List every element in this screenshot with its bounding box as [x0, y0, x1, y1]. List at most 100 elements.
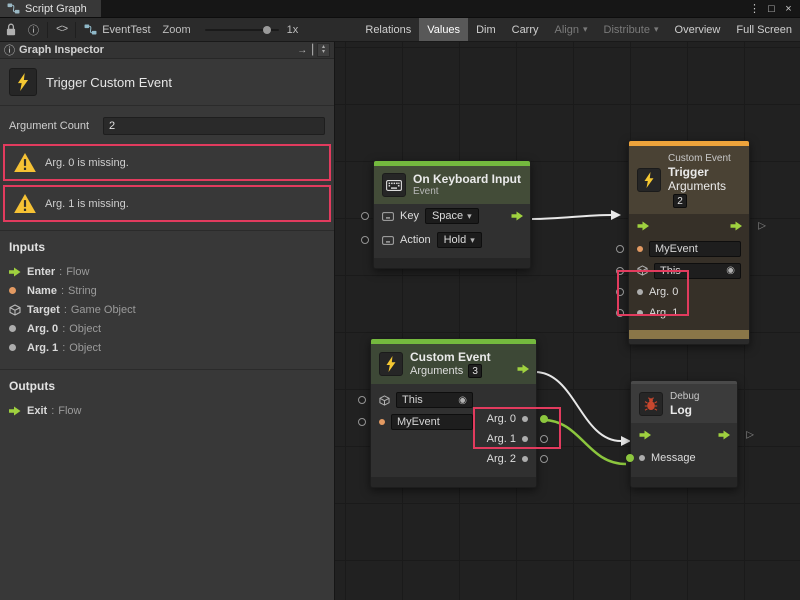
flow-continue-icon: [746, 430, 754, 441]
arg2-output-port[interactable]: [540, 455, 548, 463]
window-close-icon[interactable]: ×: [781, 1, 796, 17]
node-footer: [374, 258, 530, 268]
arg0-input-port[interactable]: [616, 288, 624, 296]
object-dot-icon: [522, 416, 528, 422]
name-input-port[interactable]: [358, 418, 366, 426]
flow-in-port[interactable]: [639, 430, 652, 440]
zoom-value: 1x: [287, 24, 299, 36]
graph-canvas[interactable]: On Keyboard Input Event Key Space: [335, 42, 800, 600]
graph-inspector-header: ⓘ Graph Inspector: [0, 42, 334, 59]
distribute-dropdown-button[interactable]: Distribute: [596, 18, 667, 41]
target-input-port[interactable]: [358, 396, 366, 404]
relations-button[interactable]: Relations: [357, 18, 419, 41]
event-name-field[interactable]: MyEvent: [649, 241, 741, 257]
code-view-button[interactable]: <>: [50, 18, 73, 41]
node-on-keyboard-input[interactable]: On Keyboard Input Event Key Space: [373, 160, 531, 269]
keycap-icon: [382, 236, 394, 245]
name-input-port[interactable]: [616, 245, 624, 253]
node-footer: [371, 477, 536, 487]
selected-unit-title: Trigger Custom Event: [46, 75, 172, 90]
message-input-port[interactable]: [626, 454, 634, 462]
toolbar-separator: [75, 22, 76, 38]
arg1-row: Arg. 1: [629, 303, 749, 324]
flow-out-port[interactable]: [511, 211, 524, 221]
arg1-label: Arg. 1: [649, 307, 678, 319]
warning-icon: [14, 153, 36, 172]
wire-keyboard-to-trigger[interactable]: [532, 215, 611, 219]
zoom-slider[interactable]: [205, 29, 279, 31]
arg0-output-port[interactable]: [540, 415, 548, 423]
input-pin-row: Enter : Flow: [9, 262, 325, 281]
node-debug-log[interactable]: Debug Log Message: [630, 380, 738, 488]
key-input-port[interactable]: [361, 212, 369, 220]
wire-arguments-to-debug[interactable]: [535, 372, 621, 441]
inspect-button[interactable]: ⓘ: [22, 18, 45, 41]
node-footer: [629, 330, 749, 339]
flow-in-port[interactable]: [637, 221, 650, 231]
warnings-list: Arg. 0 is missing. Arg. 1 is missing.: [0, 144, 334, 222]
node-right-ports: Arg. 0 Arg. 1 Arg. 2: [474, 409, 536, 469]
align-dropdown-button[interactable]: Align: [547, 18, 596, 41]
flow-out-port[interactable]: [517, 364, 530, 374]
input-pin-row: Arg. 0 : Object: [9, 319, 325, 338]
graph-asset-button[interactable]: EventTest: [78, 18, 156, 41]
window-maximize-icon[interactable]: □: [764, 1, 779, 17]
target-field[interactable]: This: [396, 392, 473, 408]
inputs-section: Inputs Enter : Flow Name : String Target: [0, 231, 334, 361]
target-input-port[interactable]: [616, 267, 624, 275]
node-footer-edge: [629, 339, 749, 344]
tab-script-graph[interactable]: Script Graph: [0, 0, 101, 17]
node-trigger-custom-event[interactable]: Custom Event Trigger Arguments2 MyEvent: [628, 140, 750, 345]
argument-count-row: Argument Count: [9, 117, 325, 135]
action-dropdown[interactable]: Hold: [437, 232, 482, 248]
zoom-slider-handle[interactable]: [263, 26, 271, 34]
object-dot-icon: [637, 310, 643, 316]
keyboard-icon: [382, 173, 406, 197]
code-brackets-icon: <>: [56, 24, 67, 36]
node-category: Debug: [670, 390, 699, 403]
event-name-field[interactable]: MyEvent: [391, 414, 473, 430]
wire-arg0-to-message[interactable]: [543, 420, 626, 464]
argument-count-badge: 2: [673, 194, 687, 208]
dropdown-caret-icon: [463, 210, 472, 222]
node-subtitle: Event: [413, 186, 521, 198]
graph-asset-icon: [84, 24, 97, 35]
arg1-output-port[interactable]: [540, 435, 548, 443]
dock-panel-icon[interactable]: [297, 45, 313, 56]
event-name-row: MyEvent: [371, 411, 481, 433]
warning-box: Arg. 0 is missing.: [3, 144, 331, 181]
inputs-header: Inputs: [9, 240, 325, 254]
toolbar-toggle-group: Relations Values Dim Carry Align Distrib…: [357, 18, 800, 41]
outputs-section: Outputs Exit : Flow: [0, 370, 334, 424]
flow-out-port[interactable]: [730, 221, 743, 231]
carry-button[interactable]: Carry: [504, 18, 547, 41]
string-dot-icon: [637, 246, 643, 252]
window-menu-icon[interactable]: ⋮: [747, 1, 762, 17]
dropdown-caret-icon: [466, 234, 475, 246]
graph-inspector-panel: ⓘ Graph Inspector Trigger Custom Event A…: [0, 42, 335, 600]
script-graph-icon: [7, 3, 20, 14]
wire-arrowhead-icon: [611, 210, 621, 220]
action-input-port[interactable]: [361, 236, 369, 244]
arg0-label: Arg. 0: [649, 286, 678, 298]
target-field[interactable]: This: [654, 263, 741, 279]
flow-out-port[interactable]: [718, 430, 731, 440]
argument-count-input[interactable]: [103, 117, 325, 135]
window-tab-bar: Script Graph ⋮ □ ×: [0, 0, 800, 18]
output-pin-row: Exit : Flow: [9, 401, 325, 420]
key-dropdown[interactable]: Space: [425, 208, 479, 224]
message-row: Message: [631, 447, 737, 469]
arg1-input-port[interactable]: [616, 309, 624, 317]
values-button[interactable]: Values: [419, 18, 468, 41]
lock-button[interactable]: [0, 18, 22, 41]
panel-scroll-spinner[interactable]: [317, 43, 330, 57]
lightning-bolt-icon: [637, 168, 661, 192]
bug-icon: [639, 392, 663, 416]
dim-button[interactable]: Dim: [468, 18, 504, 41]
game-object-cube-icon: [637, 265, 648, 276]
full-screen-button[interactable]: Full Screen: [728, 18, 800, 41]
overview-button[interactable]: Overview: [667, 18, 729, 41]
flow-row: [629, 214, 749, 238]
unity-script-graph-window: Script Graph ⋮ □ × ⓘ <> EventTest Zoom 1…: [0, 0, 800, 600]
node-custom-event[interactable]: Custom Event Arguments3 This MyEvent: [370, 338, 537, 488]
